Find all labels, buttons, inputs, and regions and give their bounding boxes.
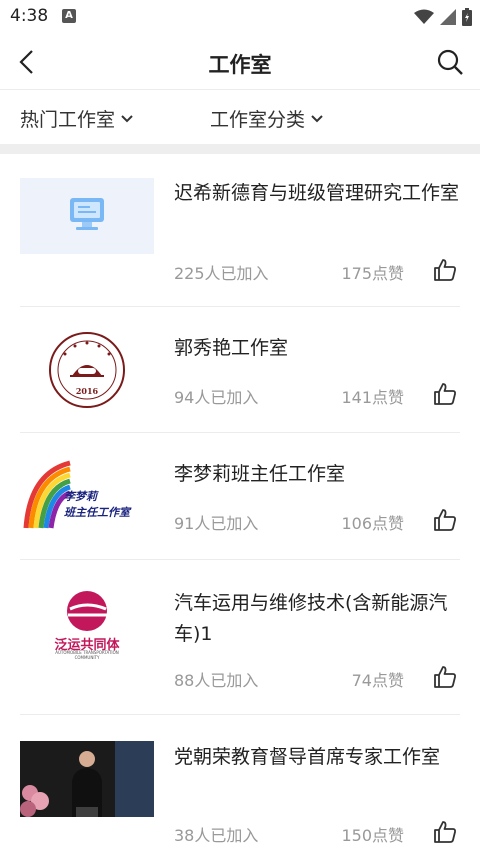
section-divider xyxy=(0,144,480,154)
battery-icon xyxy=(462,8,472,26)
monitor-icon xyxy=(70,198,104,230)
status-icons xyxy=(414,7,472,27)
notification-icon: A xyxy=(62,9,76,23)
chevron-down-icon xyxy=(121,114,133,122)
studio-thumbnail: 泛运共同体 AUTOMOBILE TRANSPORTATION COMMUNIT… xyxy=(20,585,154,661)
studio-title: 汽车运用与维修技术(含新能源汽车)1 xyxy=(174,592,448,645)
thumbs-up-icon[interactable] xyxy=(432,381,458,407)
chevron-down-icon xyxy=(311,114,323,122)
member-count: 91人已加入 xyxy=(174,514,259,533)
filter-hot-label: 热门工作室 xyxy=(20,109,116,131)
thumbs-up-icon[interactable] xyxy=(432,664,458,690)
like-count: 74点赞 xyxy=(351,671,404,690)
signal-icon xyxy=(440,9,456,25)
thumbs-up-icon[interactable] xyxy=(432,257,458,283)
seal-logo-year: 2016 xyxy=(75,386,99,396)
like-count: 150点赞 xyxy=(341,826,404,845)
rainbow-logo-text-2: 班主任工作室 xyxy=(64,506,130,519)
wifi-icon xyxy=(414,9,434,24)
page-title: 工作室 xyxy=(208,53,272,77)
member-count: 94人已加入 xyxy=(174,388,259,407)
status-time: 4:38 xyxy=(10,6,49,26)
like-count: 106点赞 xyxy=(341,514,404,533)
studio-title: 郭秀艳工作室 xyxy=(174,337,289,359)
like-count: 175点赞 xyxy=(341,264,404,283)
studio-thumbnail xyxy=(20,178,154,254)
studio-title: 李梦莉班主任工作室 xyxy=(174,463,346,485)
list-item[interactable]: 2016 郭秀艳工作室 94人已加入 141点赞 xyxy=(20,307,460,433)
filter-hot-dropdown[interactable]: 热门工作室 xyxy=(20,105,133,132)
member-count: 38人已加入 xyxy=(174,826,259,845)
list-item[interactable]: 迟希新德育与班级管理研究工作室 225人已加入 175点赞 xyxy=(20,154,460,307)
list-item[interactable]: 李梦莉 班主任工作室 李梦莉班主任工作室 91人已加入 106点赞 xyxy=(20,433,460,560)
thumbs-up-icon[interactable] xyxy=(432,507,458,533)
search-icon[interactable] xyxy=(434,46,466,78)
nav-bar: 工作室 xyxy=(0,34,480,90)
studio-list: 迟希新德育与班级管理研究工作室 225人已加入 175点赞 2016 郭秀艳工作… xyxy=(0,154,480,853)
thumbs-up-icon[interactable] xyxy=(432,819,458,845)
studio-thumbnail: 李梦莉 班主任工作室 xyxy=(20,458,154,534)
speaker-photo xyxy=(20,741,154,817)
member-count: 88人已加入 xyxy=(174,671,259,690)
studio-thumbnail xyxy=(20,741,154,817)
list-item[interactable]: 党朝荣教育督导首席专家工作室 38人已加入 150点赞 xyxy=(20,715,460,853)
seal-logo xyxy=(49,332,125,408)
member-count: 225人已加入 xyxy=(174,264,269,283)
filter-category-label: 工作室分类 xyxy=(210,109,306,131)
rainbow-logo-text-1: 李梦莉 xyxy=(64,490,97,503)
studio-title: 迟希新德育与班级管理研究工作室 xyxy=(174,182,460,204)
studio-thumbnail: 2016 xyxy=(20,332,154,408)
status-bar: 4:38 A xyxy=(0,0,480,34)
filter-bar: 热门工作室 工作室分类 xyxy=(0,90,480,144)
car-logo-text-2: AUTOMOBILE TRANSPORTATION COMMUNITY xyxy=(55,650,119,660)
filter-category-dropdown[interactable]: 工作室分类 xyxy=(210,105,323,132)
studio-title: 党朝荣教育督导首席专家工作室 xyxy=(174,746,441,768)
like-count: 141点赞 xyxy=(341,388,404,407)
list-item[interactable]: 泛运共同体 AUTOMOBILE TRANSPORTATION COMMUNIT… xyxy=(20,560,460,715)
